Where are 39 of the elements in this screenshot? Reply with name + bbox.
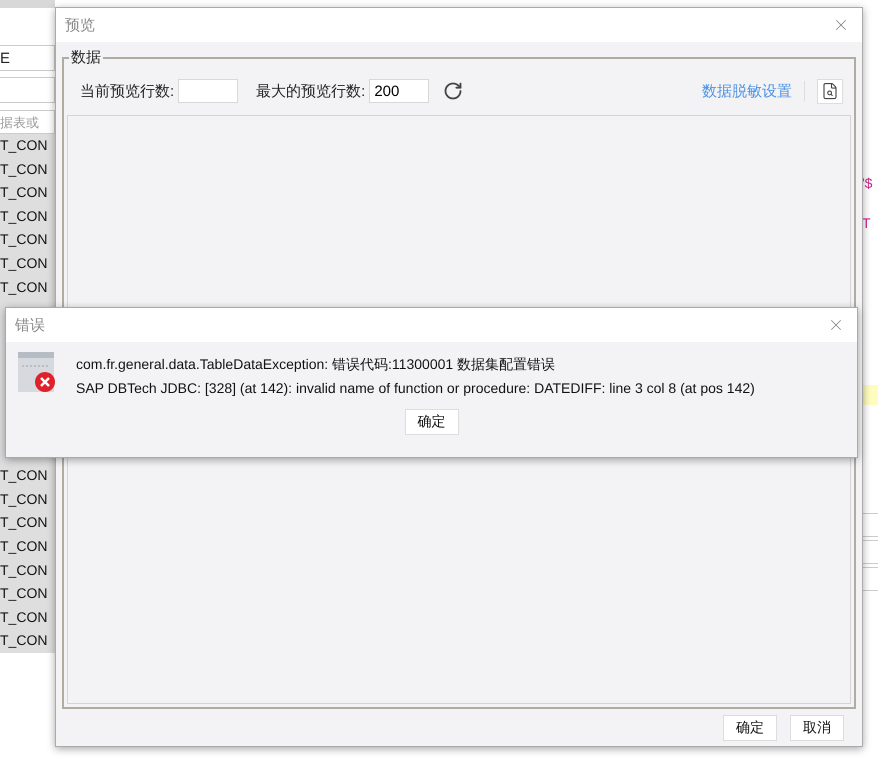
list-item[interactable]: T_CON [0,181,55,205]
error-message: com.fr.general.data.TableDataException: 错误代码:11300001 数据集配置错误 [76,356,556,374]
list-item[interactable]: T_CON [0,534,55,559]
name-field[interactable]: E [0,45,55,71]
field-label: 当前预览行数: [80,82,174,100]
list-item[interactable]: T_CON [0,204,55,228]
ok-button[interactable]: 确定 [404,409,458,435]
group-title: 数据 [70,48,102,67]
list-item[interactable]: T_CON [0,276,55,300]
text-field[interactable] [862,567,878,591]
list-item[interactable]: T_CON [0,228,55,252]
search-field[interactable]: 据表或 [0,110,55,134]
list-item[interactable]: T_CON [0,606,55,630]
list-item[interactable]: T_CON [0,158,55,182]
list-item[interactable]: T_CON [0,488,55,512]
refresh-icon[interactable] [443,81,464,101]
list-item[interactable]: T_CON [0,464,55,488]
ok-button[interactable]: 确定 [723,714,777,740]
list-item[interactable]: T_CON [0,252,55,276]
dialog-title: 预览 [65,16,95,34]
list-item[interactable]: T_CON [0,134,55,158]
dialog-title: 错误 [15,316,45,334]
field-label: 最大的预览行数: [256,82,366,100]
list-item[interactable]: T_CON [0,558,55,582]
text-field[interactable] [0,77,55,103]
error-icon [18,352,56,393]
tab-strip [0,0,55,8]
cancel-button[interactable]: 取消 [790,714,844,740]
list-item[interactable]: T_CON [0,629,55,653]
code-text: '$ [862,175,874,193]
text-field[interactable] [862,513,878,537]
text-field[interactable] [862,540,878,564]
file-search-icon[interactable] [817,78,843,104]
list-item[interactable]: T_CON [0,511,55,535]
error-message: SAP DBTech JDBC: [328] (at 142): invalid name of function or procedure: DATEDIFF: line 3 col 8 (at pos 142) [76,380,755,396]
current-rows-input[interactable] [178,79,238,103]
max-rows-input[interactable]: 200 [369,79,430,103]
code-text: T [862,215,872,233]
list-item[interactable]: T_CON [0,582,55,606]
